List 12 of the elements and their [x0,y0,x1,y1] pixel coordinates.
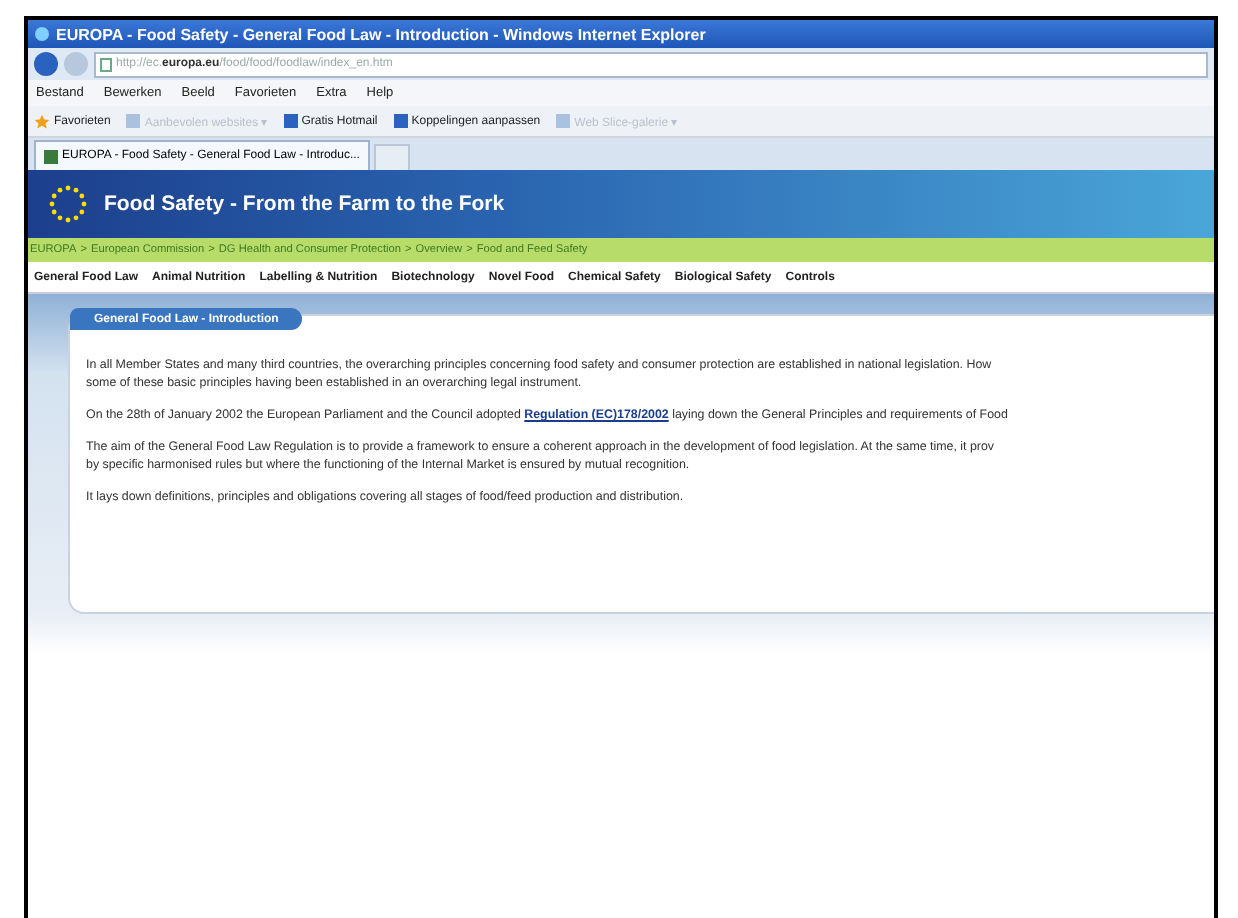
page-icon [283,114,298,128]
page-icon [556,114,571,128]
star-icon [34,113,50,129]
page-icon [126,114,141,128]
page-icon [44,149,58,163]
stars-circle-icon [48,184,88,224]
page-icon [393,114,408,128]
new-tab-button[interactable] [373,144,410,170]
banner-title: Food Safety - From the Farm to the Fork [104,192,505,216]
browser-icon [34,26,50,42]
window-title: EUROPA - Food Safety - General Food Law - Introduction - Windows Internet Explorer [56,25,706,43]
page-icon [100,57,112,71]
